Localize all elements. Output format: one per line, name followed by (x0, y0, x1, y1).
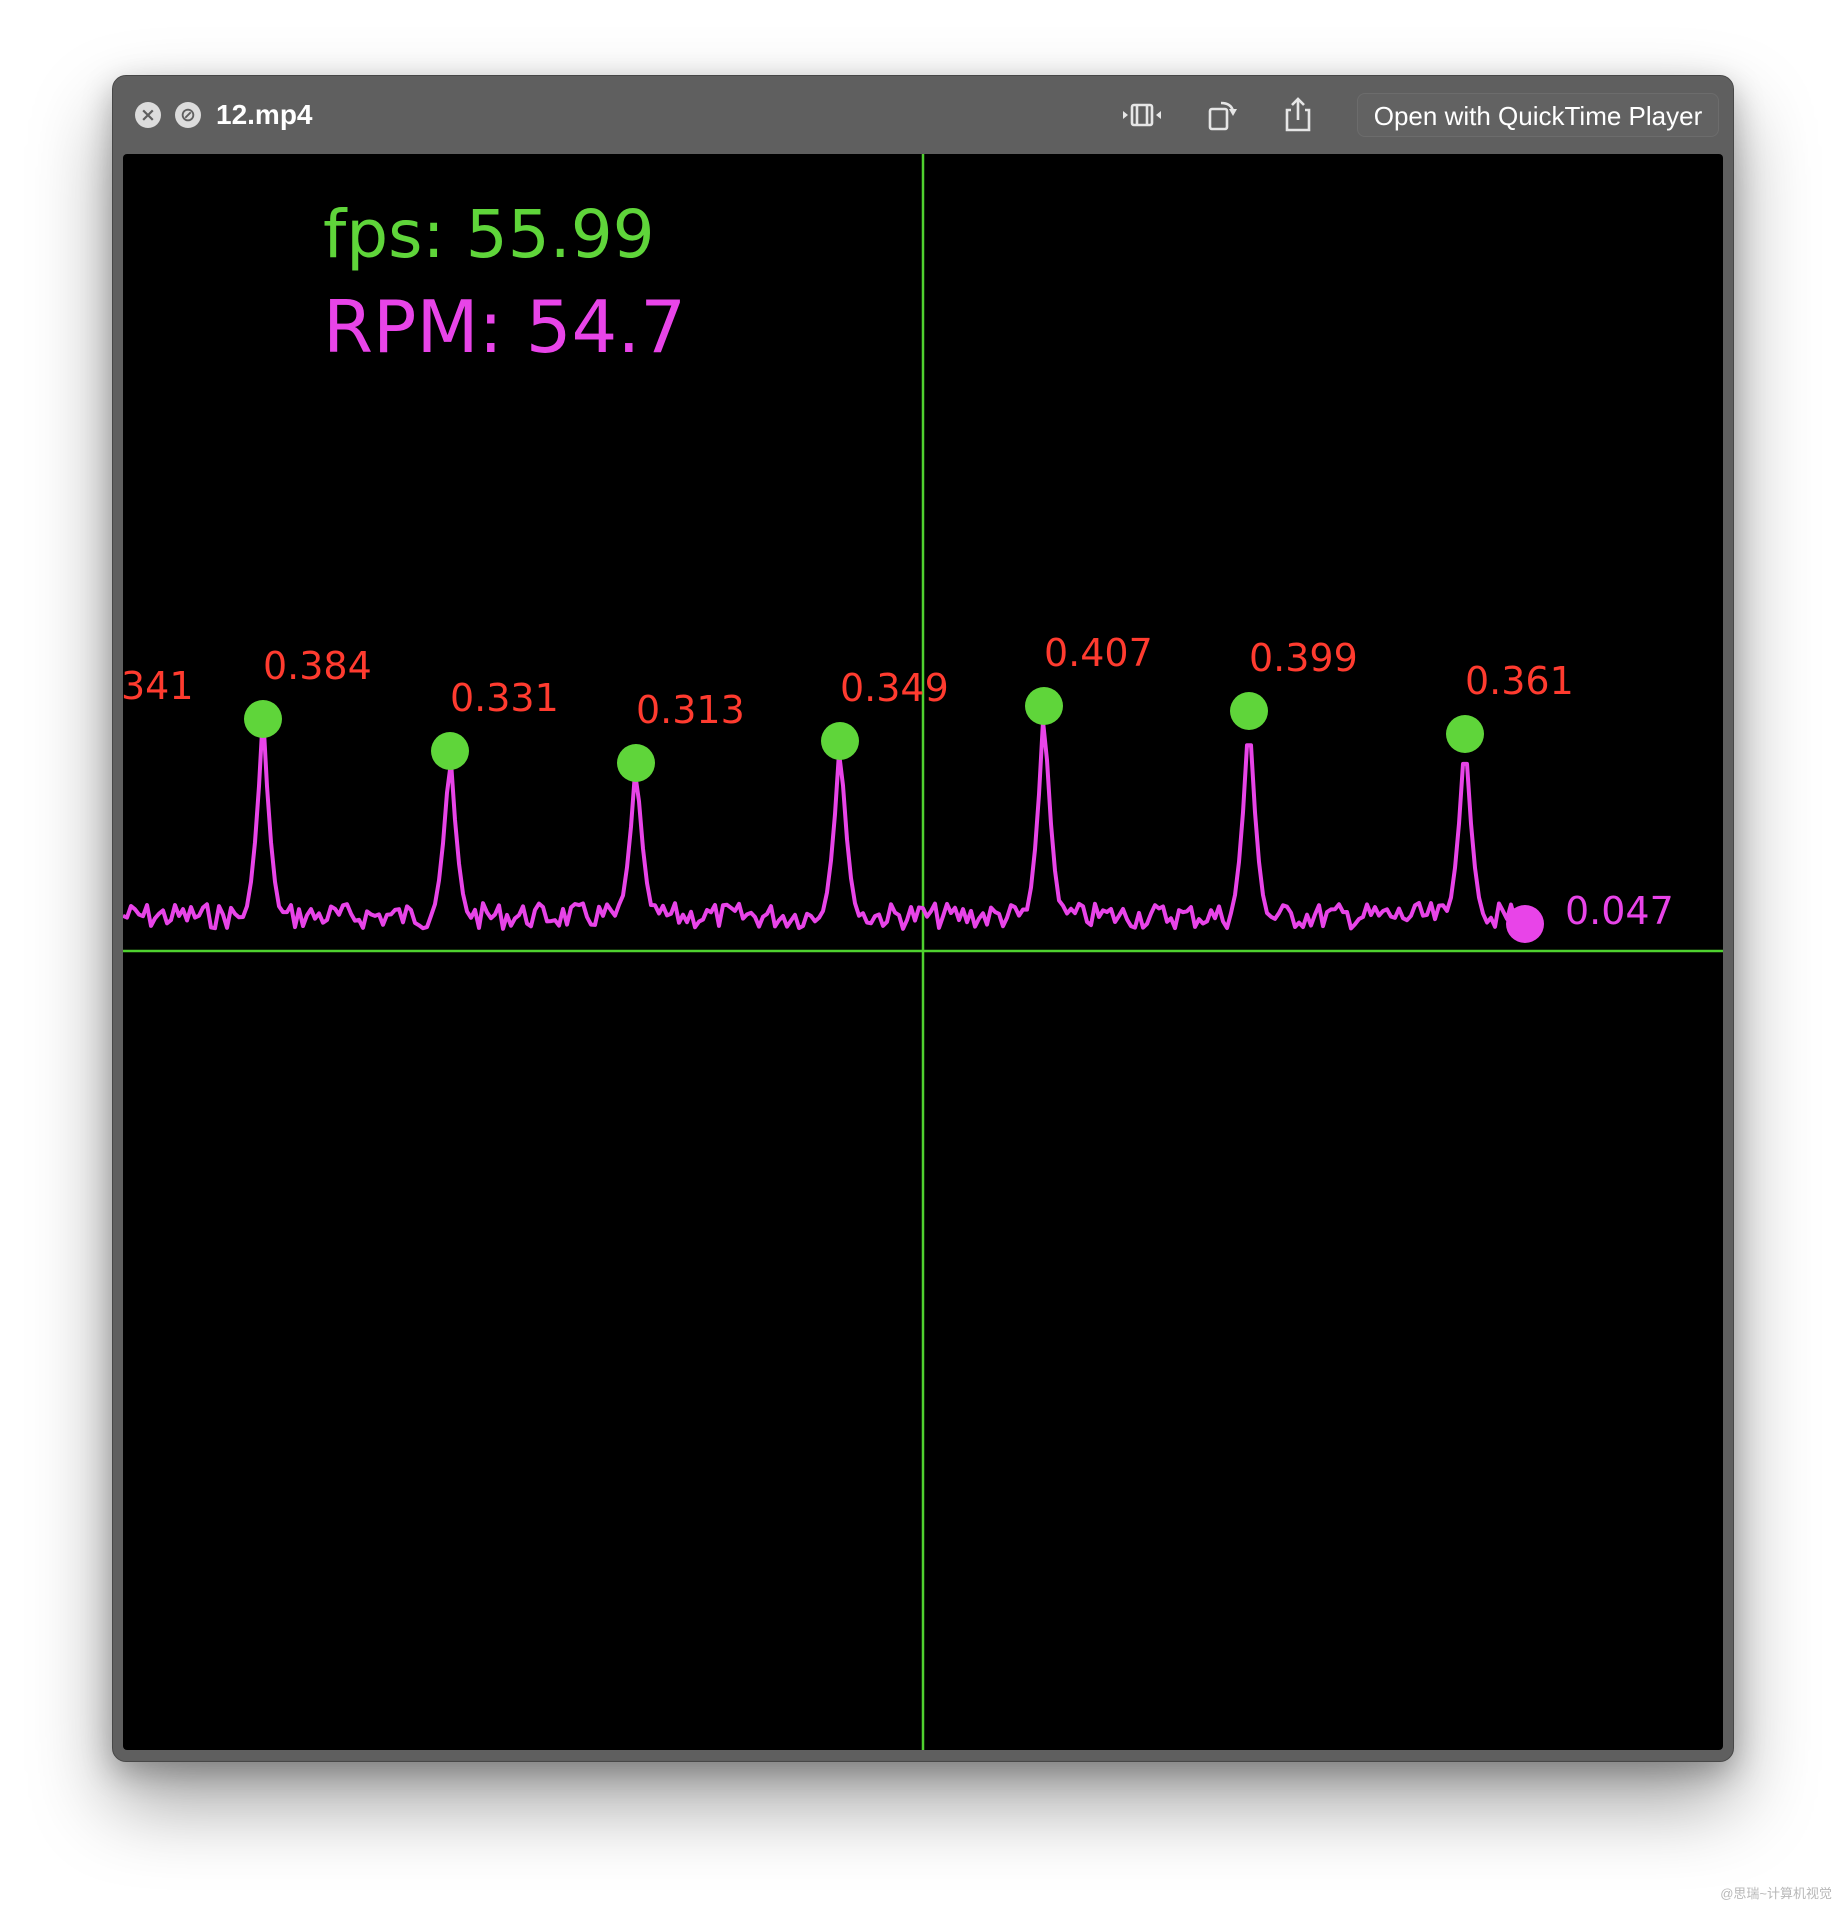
peak-label: 0.361 (1465, 659, 1574, 703)
current-value-marker (1506, 905, 1544, 943)
no-entry-icon[interactable]: ⊘ (175, 102, 201, 128)
fps-readout: fps: 55.99 (323, 196, 655, 273)
peak-label: 341 (123, 664, 194, 708)
peak-marker (617, 744, 655, 782)
share-icon[interactable] (1275, 94, 1321, 136)
watermark: @思瑞~计算机视觉 (1720, 1886, 1832, 1901)
window-title: 12.mp4 (216, 99, 313, 130)
quicklook-window: × ⊘ 12.mp4 Open with QuickTime Player 34 (112, 75, 1734, 1762)
peak-label: 0.407 (1044, 631, 1153, 675)
peak-label: 0.313 (636, 688, 745, 732)
video-frame[interactable]: 341 0.384 0.331 0.313 0.349 0.407 0.399 0.361 0.… (123, 154, 1723, 1750)
peak-marker (1446, 715, 1484, 753)
rpm-readout: RPM: 54.7 (323, 285, 687, 369)
peak-marker (244, 700, 282, 738)
peak-label: 0.384 (263, 644, 372, 688)
peak-marker (821, 722, 859, 760)
trim-icon[interactable] (1119, 94, 1165, 136)
signal-plot: 341 0.384 0.331 0.313 0.349 0.407 0.399 0.361 0.… (123, 154, 1723, 1750)
close-icon[interactable]: × (135, 102, 161, 128)
peak-marker (1230, 692, 1268, 730)
current-value-label: 0.047 (1565, 889, 1674, 933)
peak-label: 0.349 (840, 666, 949, 710)
open-with-quicktime-button[interactable]: Open with QuickTime Player (1357, 93, 1719, 137)
peak-marker (1025, 687, 1063, 725)
title-bar: × ⊘ 12.mp4 Open with QuickTime Player (113, 76, 1733, 154)
rotate-icon[interactable] (1199, 94, 1245, 136)
peak-label: 0.399 (1249, 636, 1358, 680)
peak-label: 0.331 (450, 676, 559, 720)
peak-marker (431, 732, 469, 770)
